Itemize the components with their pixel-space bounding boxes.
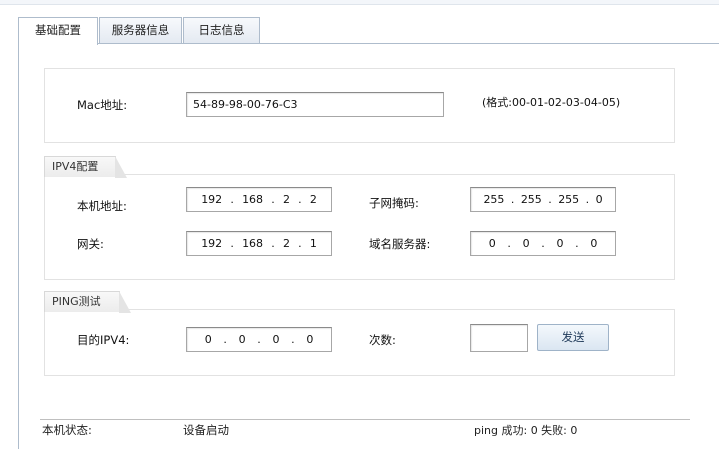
ip-octet: 192 bbox=[201, 193, 223, 206]
ip-octet: 0 bbox=[595, 193, 603, 206]
tab-bar: 基础配置 服务器信息 日志信息 bbox=[18, 17, 718, 45]
window-top-edge bbox=[0, 0, 719, 5]
ip-octet: 1 bbox=[309, 237, 317, 250]
ip-octet: 0 bbox=[522, 237, 530, 250]
subnet-mask-input[interactable]: 255. 255. 255. 0 bbox=[470, 187, 616, 212]
status-divider bbox=[40, 419, 690, 420]
gateway-label: 网关: bbox=[77, 237, 104, 251]
ip-octet: 0 bbox=[556, 237, 564, 250]
subnet-mask-label: 子网掩码: bbox=[369, 196, 419, 210]
ipv4-legend: IPV4配置 bbox=[44, 156, 127, 178]
ip-octet: 255 bbox=[483, 193, 505, 206]
target-ip-input[interactable]: 0. 0. 0. 0 bbox=[186, 327, 332, 352]
tab-basic-config[interactable]: 基础配置 bbox=[18, 17, 98, 45]
dns-input[interactable]: 0. 0. 0. 0 bbox=[470, 231, 616, 256]
send-button[interactable]: 发送 bbox=[537, 324, 609, 351]
local-address-label: 本机地址: bbox=[77, 199, 127, 213]
gateway-input[interactable]: 192. 168. 2. 1 bbox=[186, 231, 332, 256]
tab-log-info[interactable]: 日志信息 bbox=[183, 17, 260, 44]
mac-format-hint: (格式:00-01-02-03-04-05) bbox=[482, 96, 621, 109]
basic-config-panel: Mac地址: 54-89-98-00-76-C3 (格式:00-01-02-03… bbox=[18, 43, 719, 449]
dns-label: 域名服务器: bbox=[369, 237, 431, 251]
ip-octet: 0 bbox=[590, 237, 598, 250]
ping-result: ping 成功: 0 失败: 0 bbox=[474, 424, 578, 437]
ip-octet: 168 bbox=[242, 193, 264, 206]
ip-octet: 2 bbox=[309, 193, 317, 206]
ip-octet: 255 bbox=[558, 193, 580, 206]
mac-label: Mac地址: bbox=[77, 98, 128, 112]
target-ip-label: 目的IPV4: bbox=[77, 333, 130, 347]
local-address-input[interactable]: 192. 168. 2. 2 bbox=[186, 187, 332, 212]
mac-input[interactable]: 54-89-98-00-76-C3 bbox=[186, 92, 444, 117]
ip-octet: 168 bbox=[242, 237, 264, 250]
status-value: 设备启动 bbox=[183, 423, 229, 437]
ip-octet: 0 bbox=[306, 333, 314, 346]
ip-octet: 2 bbox=[282, 193, 290, 206]
ip-octet: 255 bbox=[520, 193, 542, 206]
ip-octet: 2 bbox=[282, 237, 290, 250]
ip-octet: 192 bbox=[201, 237, 223, 250]
ip-octet: 0 bbox=[238, 333, 246, 346]
tab-server-info[interactable]: 服务器信息 bbox=[99, 17, 182, 44]
count-input[interactable] bbox=[470, 324, 528, 352]
count-label: 次数: bbox=[369, 333, 396, 347]
ip-octet: 0 bbox=[272, 333, 280, 346]
status-label: 本机状态: bbox=[42, 423, 92, 437]
ip-octet: 0 bbox=[488, 237, 496, 250]
ping-legend: PING测试 bbox=[44, 291, 131, 313]
ip-octet: 0 bbox=[204, 333, 212, 346]
